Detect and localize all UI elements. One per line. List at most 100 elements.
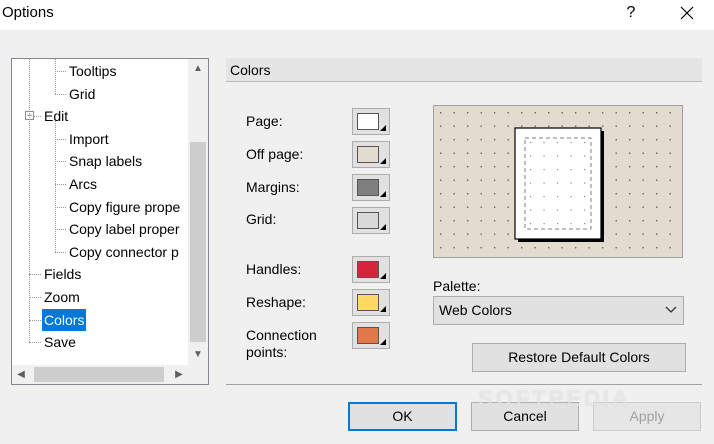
grid-dot (656, 179, 658, 181)
help-button[interactable]: ? (620, 3, 642, 25)
grid-dot (656, 152, 658, 154)
dropdown-arrow-icon (380, 125, 386, 131)
restore-default-colors-button[interactable]: Restore Default Colors (472, 343, 686, 372)
page-grid-dot (557, 196, 559, 198)
grid-dot (453, 193, 455, 195)
grid-dot (548, 247, 550, 249)
tree-item[interactable]: Copy figure prope (67, 196, 182, 218)
color-label: Reshape: (246, 294, 306, 310)
page-grid-dot (543, 223, 545, 225)
grid-dot (669, 247, 671, 249)
tree-connector (29, 59, 30, 343)
page-grid-dot (557, 182, 559, 184)
scroll-down-icon[interactable]: ▼ (188, 345, 208, 365)
grid-dot (534, 112, 536, 114)
page-grid-dot (530, 182, 532, 184)
grid-dot (642, 139, 644, 141)
grid-dot (656, 166, 658, 168)
cancel-button[interactable]: Cancel (471, 402, 579, 431)
color-picker-button[interactable] (352, 108, 390, 135)
grid-dot (629, 112, 631, 114)
page-grid-dot (570, 142, 572, 144)
tree-item[interactable]: Snap labels (67, 150, 144, 172)
color-picker-button[interactable] (352, 141, 390, 168)
page-grid-dot (543, 209, 545, 211)
grid-dot (615, 220, 617, 222)
window-title: Options (2, 4, 54, 21)
grid-dot (629, 233, 631, 235)
tree-item[interactable]: Import (67, 128, 111, 150)
ok-button[interactable]: OK (348, 402, 457, 431)
tree-content: Tooltips Grid Edit − Import Snap labels Arcs Co… (12, 59, 188, 365)
color-picker-button[interactable] (352, 174, 390, 201)
tree-item[interactable]: Tooltips (67, 60, 118, 82)
grid-dot (467, 166, 469, 168)
page-grid-dot (584, 196, 586, 198)
grid-dot (507, 112, 509, 114)
options-tree[interactable]: Tooltips Grid Edit − Import Snap labels Arcs Co… (11, 58, 209, 385)
tree-horizontal-scrollbar[interactable]: ◀ ▶ (12, 365, 188, 384)
grid-dot (669, 139, 671, 141)
grid-dot (440, 166, 442, 168)
grid-dot (602, 125, 604, 127)
scroll-left-icon[interactable]: ◀ (12, 365, 30, 384)
scroll-up-icon[interactable]: ▲ (188, 59, 208, 79)
grid-dot (548, 112, 550, 114)
grid-dot (588, 125, 590, 127)
palette-select[interactable]: Web Colors (433, 296, 684, 325)
color-picker-button[interactable] (352, 256, 390, 283)
apply-button[interactable]: Apply (593, 402, 701, 431)
tree-item[interactable]: Fields (42, 263, 83, 285)
grid-dot (615, 247, 617, 249)
grid-dot (575, 125, 577, 127)
close-button[interactable] (672, 2, 702, 26)
grid-dot (440, 193, 442, 195)
grid-dot (440, 152, 442, 154)
color-picker-button[interactable] (352, 322, 390, 349)
grid-dot (453, 152, 455, 154)
grid-dot (467, 233, 469, 235)
horizontal-scroll-thumb[interactable] (34, 367, 164, 382)
color-label: Page: (246, 113, 283, 129)
grid-dot (561, 125, 563, 127)
grid-dot (642, 193, 644, 195)
tree-item[interactable]: Save (42, 331, 78, 353)
grid-dot (656, 125, 658, 127)
grid-dot (480, 139, 482, 141)
grid-dot (440, 179, 442, 181)
tree-vertical-scrollbar[interactable]: ▲ ▼ (188, 59, 208, 365)
tree-item[interactable]: Arcs (67, 173, 99, 195)
color-swatch (357, 294, 379, 311)
scroll-right-icon[interactable]: ▶ (170, 365, 188, 384)
vertical-scroll-thumb[interactable] (190, 142, 206, 342)
tree-connector (29, 297, 41, 298)
grid-dot (507, 152, 509, 154)
page-grid-dot (543, 155, 545, 157)
color-swatch (357, 113, 379, 130)
grid-dot (440, 206, 442, 208)
grid-dot (480, 179, 482, 181)
page-grid-dot (570, 169, 572, 171)
grid-dot (440, 247, 442, 249)
grid-dot (453, 206, 455, 208)
tree-item[interactable]: Copy connector p (67, 241, 181, 263)
page-grid-dot (570, 209, 572, 211)
tree-item[interactable]: Copy label proper (67, 218, 182, 240)
page-grid-dot (557, 142, 559, 144)
grid-dot (467, 206, 469, 208)
tree-item[interactable]: Grid (67, 83, 97, 105)
grid-dot (615, 166, 617, 168)
color-picker-button[interactable] (352, 289, 390, 316)
tree-connector (29, 342, 41, 344)
grid-dot (629, 125, 631, 127)
grid-dot (642, 125, 644, 127)
grid-dot (467, 152, 469, 154)
color-picker-button[interactable] (352, 207, 390, 234)
tree-item[interactable]: Edit (42, 105, 70, 127)
grid-dot (615, 193, 617, 195)
tree-item[interactable]: Colors (42, 308, 87, 331)
grid-dot (494, 125, 496, 127)
page-grid-dot (570, 182, 572, 184)
tree-item[interactable]: Zoom (42, 286, 82, 308)
grid-dot (440, 112, 442, 114)
